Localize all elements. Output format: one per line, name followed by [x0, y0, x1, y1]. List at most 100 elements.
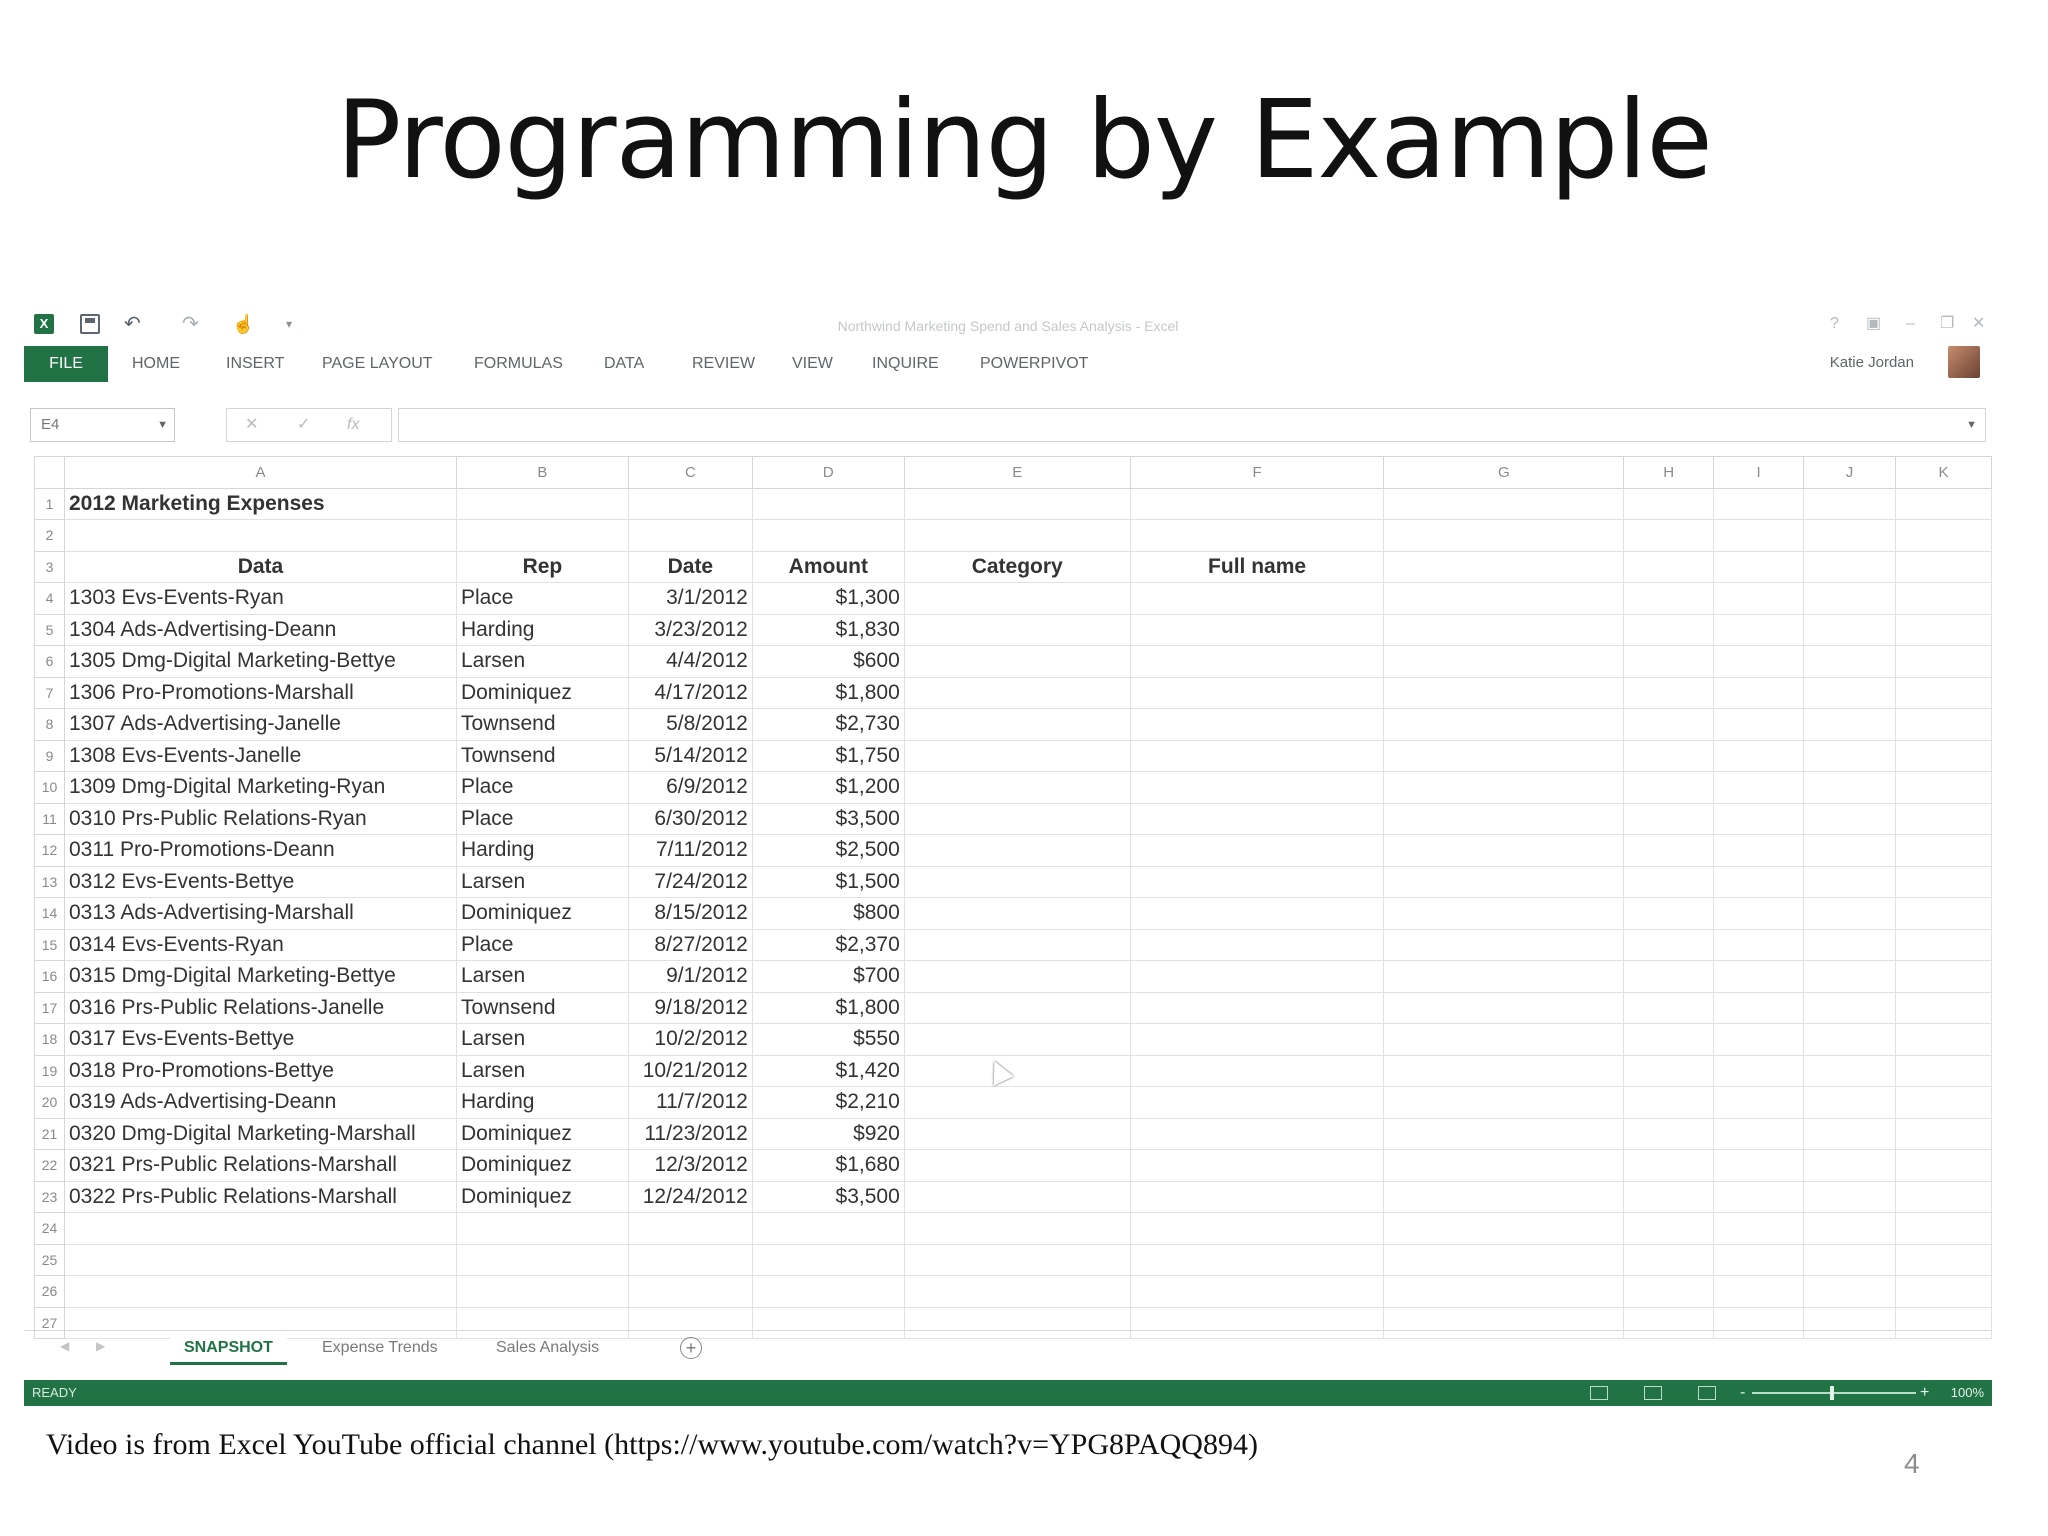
- cell[interactable]: 7/11/2012: [627, 834, 753, 867]
- column-header-k[interactable]: K: [1895, 456, 1992, 489]
- tab-powerpivot[interactable]: POWERPIVOT: [980, 346, 1088, 382]
- column-label-cell[interactable]: Date: [627, 550, 753, 583]
- cell[interactable]: [1623, 550, 1715, 583]
- tab-formulas[interactable]: FORMULAS: [474, 346, 563, 382]
- cell[interactable]: [1895, 582, 1992, 615]
- row-header[interactable]: 9: [34, 739, 65, 772]
- cell[interactable]: [455, 1243, 629, 1276]
- cell[interactable]: [903, 771, 1131, 804]
- cell[interactable]: [903, 1275, 1131, 1308]
- cell[interactable]: [1713, 928, 1805, 961]
- scroll-right-icon[interactable]: ▶: [96, 1339, 105, 1353]
- tab-page-layout[interactable]: PAGE LAYOUT: [322, 346, 433, 382]
- formula-input[interactable]: ▼: [398, 408, 1986, 442]
- cell[interactable]: 0313 Ads-Advertising-Marshall: [63, 897, 457, 930]
- cell[interactable]: [1383, 1149, 1625, 1182]
- cell[interactable]: $1,800: [751, 676, 905, 709]
- cell[interactable]: [1129, 1054, 1385, 1087]
- cell[interactable]: 0318 Pro-Promotions-Bettye: [63, 1054, 457, 1087]
- cell[interactable]: [1713, 676, 1805, 709]
- cell[interactable]: [1713, 582, 1805, 615]
- tab-inquire[interactable]: INQUIRE: [872, 346, 939, 382]
- cell[interactable]: [903, 1212, 1131, 1245]
- cell[interactable]: 0317 Evs-Events-Bettye: [63, 1023, 457, 1056]
- cell[interactable]: 9/1/2012: [627, 960, 753, 993]
- cell[interactable]: [903, 991, 1131, 1024]
- cell[interactable]: [627, 1212, 753, 1245]
- cell[interactable]: [455, 1212, 629, 1245]
- cell[interactable]: [1895, 991, 1992, 1024]
- cell[interactable]: [1129, 708, 1385, 741]
- tab-home[interactable]: HOME: [132, 346, 180, 382]
- cell[interactable]: [1623, 582, 1715, 615]
- cell[interactable]: [1713, 1275, 1805, 1308]
- cell[interactable]: [1383, 897, 1625, 930]
- cell[interactable]: $1,750: [751, 739, 905, 772]
- row-header[interactable]: 24: [34, 1212, 65, 1245]
- cell[interactable]: [1383, 991, 1625, 1024]
- cell[interactable]: 0314 Evs-Events-Ryan: [63, 928, 457, 961]
- cell[interactable]: [1803, 1212, 1896, 1245]
- add-sheet-icon[interactable]: +: [680, 1337, 702, 1359]
- cell[interactable]: $1,420: [751, 1054, 905, 1087]
- cell[interactable]: [1895, 645, 1992, 678]
- cell[interactable]: $700: [751, 960, 905, 993]
- cell[interactable]: 1309 Dmg-Digital Marketing-Ryan: [63, 771, 457, 804]
- cell[interactable]: [1713, 1212, 1805, 1245]
- cell[interactable]: [1129, 960, 1385, 993]
- ribbon-display-icon[interactable]: ▣: [1866, 314, 1881, 334]
- cell[interactable]: 12/3/2012: [627, 1149, 753, 1182]
- column-header-g[interactable]: G: [1383, 456, 1625, 489]
- cell[interactable]: [903, 1086, 1131, 1119]
- cell[interactable]: $2,370: [751, 928, 905, 961]
- cell[interactable]: [903, 1023, 1131, 1056]
- cell[interactable]: [1803, 991, 1896, 1024]
- cell[interactable]: [1383, 676, 1625, 709]
- cell[interactable]: Place: [455, 582, 629, 615]
- cell[interactable]: [1383, 519, 1625, 552]
- cell[interactable]: [903, 613, 1131, 646]
- cell[interactable]: 11/23/2012: [627, 1117, 753, 1150]
- cell[interactable]: $2,210: [751, 1086, 905, 1119]
- cell[interactable]: [63, 1243, 457, 1276]
- cell[interactable]: 0310 Prs-Public Relations-Ryan: [63, 802, 457, 835]
- cell[interactable]: [1129, 1149, 1385, 1182]
- cell[interactable]: [1383, 1054, 1625, 1087]
- tab-view[interactable]: VIEW: [792, 346, 833, 382]
- cell[interactable]: [1383, 865, 1625, 898]
- cell[interactable]: [1713, 865, 1805, 898]
- cell[interactable]: 10/21/2012: [627, 1054, 753, 1087]
- cell[interactable]: 0315 Dmg-Digital Marketing-Bettye: [63, 960, 457, 993]
- column-label-cell[interactable]: Full name: [1129, 550, 1385, 583]
- cell[interactable]: [903, 519, 1131, 552]
- cell[interactable]: [1895, 1086, 1992, 1119]
- cell[interactable]: $1,800: [751, 991, 905, 1024]
- column-header-e[interactable]: E: [903, 456, 1131, 489]
- cell[interactable]: [1713, 550, 1805, 583]
- column-label-cell[interactable]: Rep: [455, 550, 629, 583]
- cell[interactable]: [1129, 897, 1385, 930]
- cell[interactable]: [903, 865, 1131, 898]
- cell[interactable]: Townsend: [455, 991, 629, 1024]
- cell[interactable]: [1713, 645, 1805, 678]
- cell[interactable]: [751, 519, 905, 552]
- cell[interactable]: [1803, 487, 1896, 520]
- cell[interactable]: [1129, 1180, 1385, 1213]
- cell[interactable]: [1803, 676, 1896, 709]
- cell[interactable]: [1129, 865, 1385, 898]
- cell[interactable]: [1895, 834, 1992, 867]
- cell[interactable]: [1129, 1117, 1385, 1150]
- cell[interactable]: $2,730: [751, 708, 905, 741]
- cell[interactable]: Place: [455, 928, 629, 961]
- cell[interactable]: [903, 676, 1131, 709]
- cell[interactable]: 1305 Dmg-Digital Marketing-Bettye: [63, 645, 457, 678]
- cell[interactable]: [1623, 960, 1715, 993]
- tab-review[interactable]: REVIEW: [692, 346, 755, 382]
- cell[interactable]: [1895, 1180, 1992, 1213]
- cell[interactable]: [1803, 928, 1896, 961]
- row-header[interactable]: 23: [34, 1180, 65, 1213]
- row-header[interactable]: 15: [34, 928, 65, 961]
- cell[interactable]: [1129, 739, 1385, 772]
- cell[interactable]: $550: [751, 1023, 905, 1056]
- cell[interactable]: [1129, 519, 1385, 552]
